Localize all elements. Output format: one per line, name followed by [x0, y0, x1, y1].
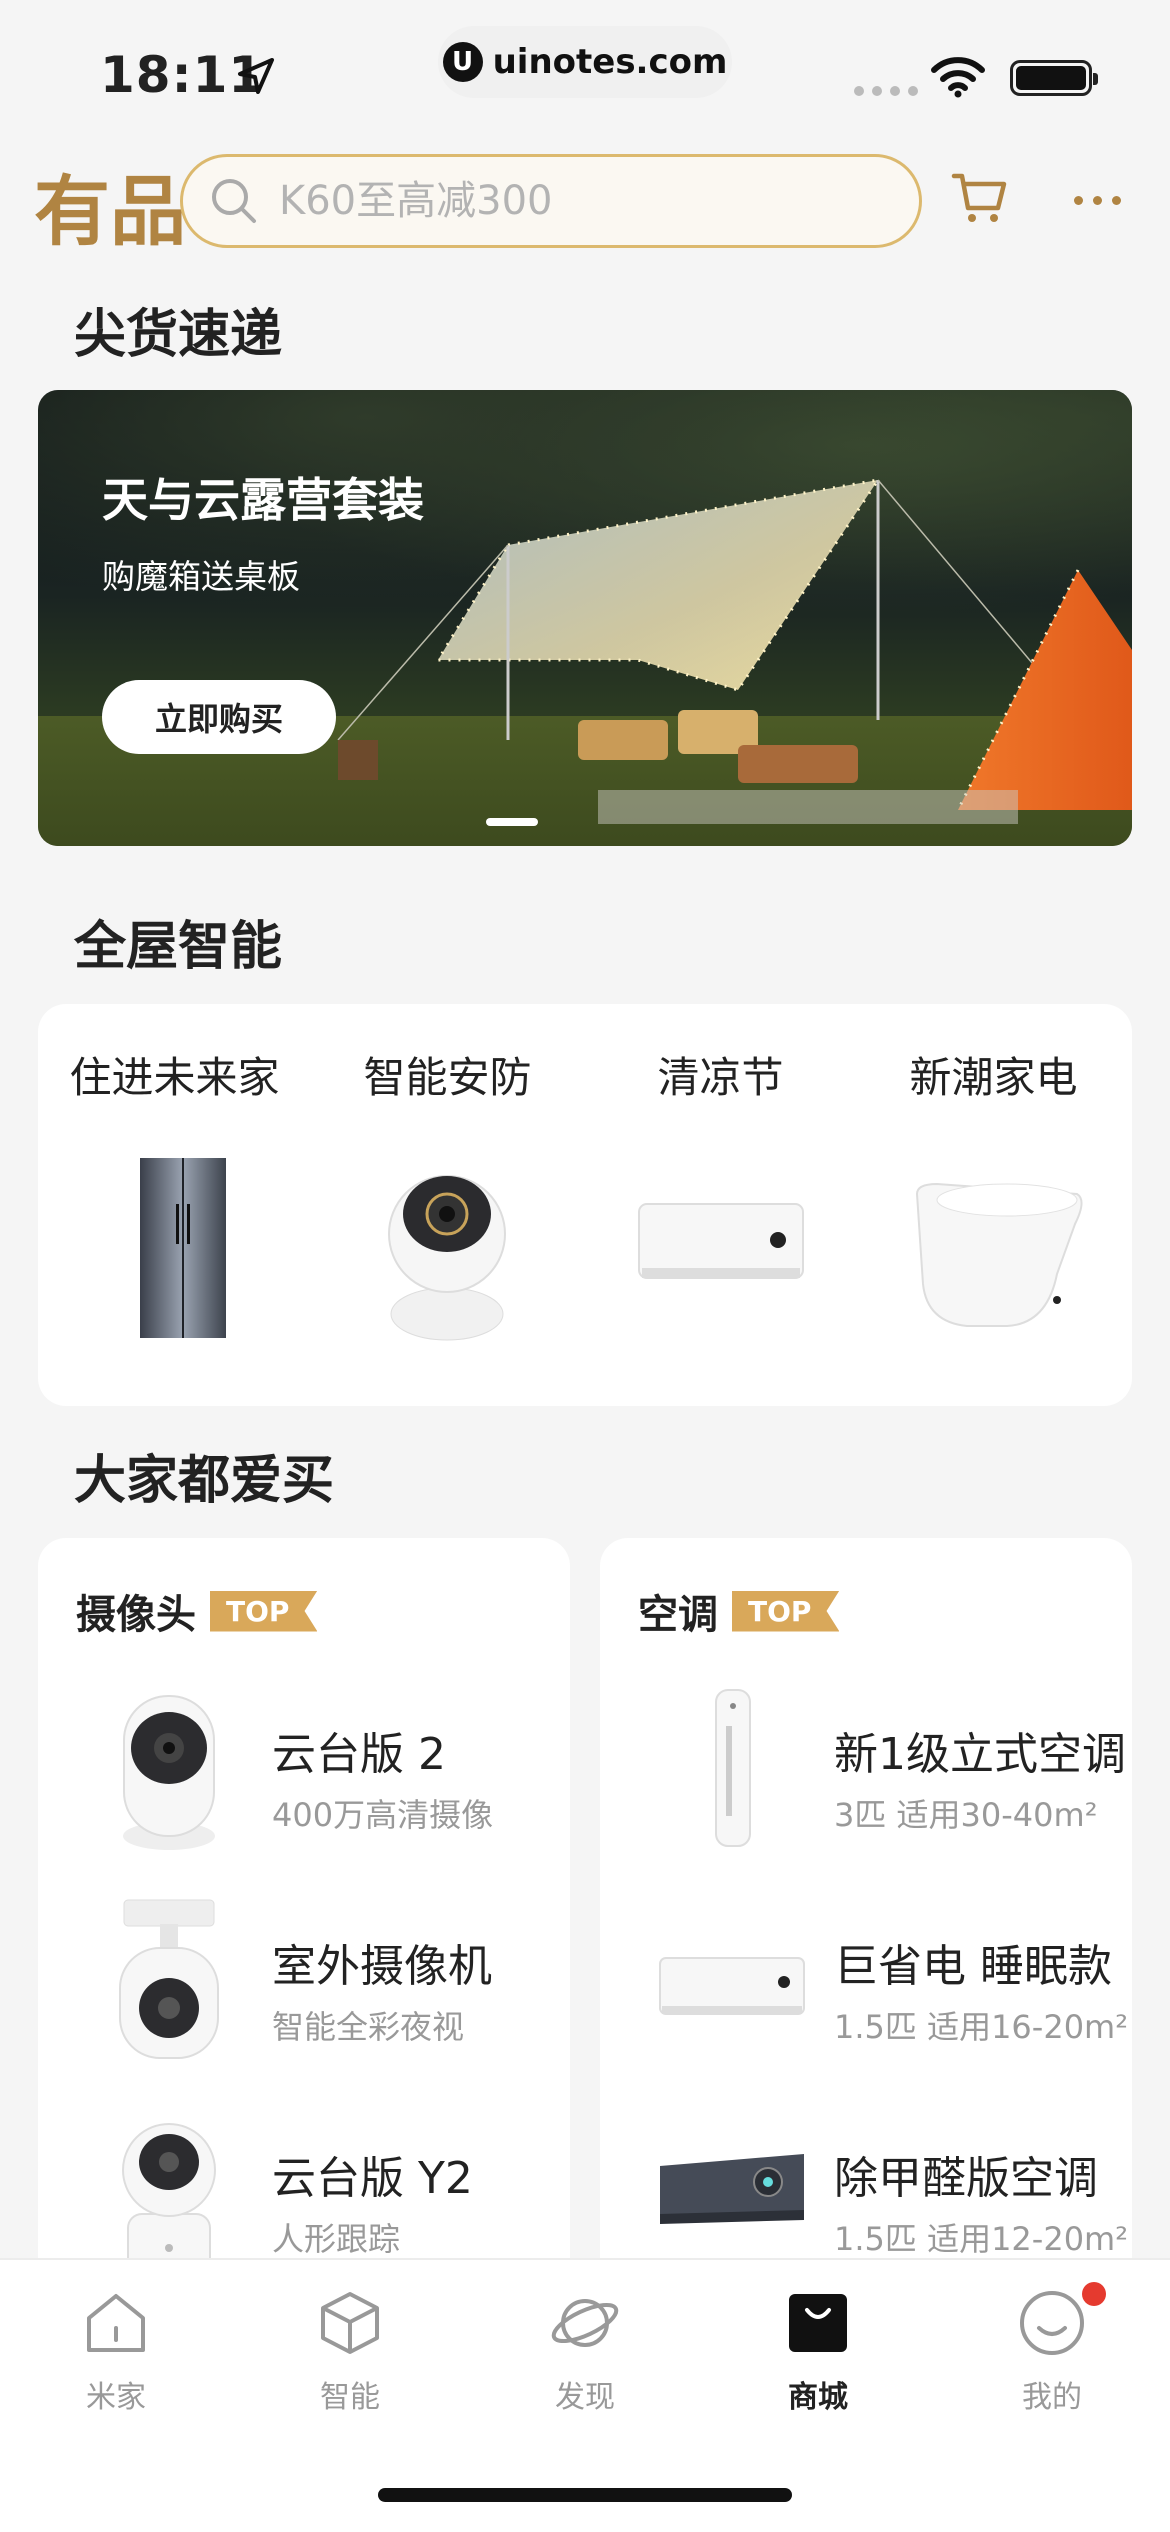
standing-ac-icon	[715, 1689, 751, 1847]
home-indicator[interactable]	[378, 2488, 792, 2502]
category-item-cooling[interactable]: 清凉节	[584, 1004, 857, 1406]
notification-dot	[1082, 2282, 1106, 2306]
ptz-camera-y2-icon	[122, 2123, 216, 2279]
cart-icon[interactable]	[950, 168, 1010, 228]
section-title-whole-house: 全屋智能	[74, 917, 283, 977]
product-desc: 1.5匹 适用16-20m²	[834, 2008, 1129, 2046]
ptz-camera-icon	[123, 1695, 215, 1850]
tab-smart[interactable]: 智能	[270, 2288, 430, 2428]
shopping-bag-icon	[789, 2294, 847, 2352]
tab-label: 发现	[555, 2380, 615, 2415]
popular-card-cameras: 摄像头 TOP 云台版 2 400万高清摄像 室外摄像机 智能全彩夜视 云台版 …	[38, 1538, 570, 2298]
more-icon[interactable]	[1074, 196, 1121, 205]
outdoor-camera-icon	[119, 1899, 219, 2059]
popular-card-header[interactable]: 摄像头 TOP	[76, 1582, 318, 1640]
tab-label: 智能	[320, 2380, 380, 2415]
search-icon	[212, 179, 256, 223]
camping-scene-image	[337, 477, 1132, 824]
product-name: 除甲醛版空调	[834, 2153, 1098, 2204]
tab-profile[interactable]: 我的	[972, 2282, 1132, 2428]
search-input[interactable]	[279, 178, 839, 224]
popular-category: 摄像头	[76, 1592, 196, 1638]
security-camera-icon	[388, 1175, 506, 1341]
buy-now-button[interactable]: 立即购买	[102, 680, 336, 754]
tab-mall[interactable]: 商城	[738, 2288, 898, 2428]
whole-house-card: 住进未来家 智能安防 清凉节 新潮家电	[38, 1004, 1132, 1406]
carousel-indicator	[486, 818, 538, 826]
product-desc: 智能全彩夜视	[272, 2008, 465, 2046]
tab-mijia[interactable]: 米家	[36, 2288, 196, 2428]
category-label: 智能安防	[363, 1053, 532, 1102]
url-pill[interactable]: U uinotes.com	[438, 26, 732, 98]
battery-icon	[1010, 60, 1098, 96]
section-title-express: 尖货速递	[74, 305, 283, 365]
product-name: 巨省电 睡眠款	[834, 1941, 1112, 1992]
top-badge: TOP	[210, 1590, 318, 1632]
home-icon	[87, 2294, 145, 2352]
product-desc: 1.5匹 适用12-20m²	[834, 2220, 1129, 2258]
category-label: 清凉节	[657, 1053, 784, 1102]
wall-ac-icon	[659, 1957, 805, 2015]
wifi-icon	[931, 57, 985, 98]
banner-title: 天与云露营套装	[102, 473, 424, 527]
list-item[interactable]: 新1级立式空调 3匹 适用30-40m²	[600, 1686, 1132, 1886]
promo-banner[interactable]: 天与云露营套装 购魔箱送桌板 立即购买	[38, 390, 1132, 846]
category-item-security[interactable]: 智能安防	[311, 1004, 584, 1406]
smile-icon	[1020, 2291, 1084, 2355]
list-item[interactable]: 巨省电 睡眠款 1.5匹 适用16-20m²	[600, 1898, 1132, 2098]
status-bar: 18:11 U uinotes.com	[0, 0, 1170, 140]
cellular-signal-icon	[854, 86, 918, 96]
app-logo: 有品	[34, 167, 186, 256]
tab-discover[interactable]: 发现	[505, 2288, 665, 2428]
category-item-appliances[interactable]: 新潮家电	[857, 1004, 1130, 1406]
category-item-future-home[interactable]: 住进未来家	[38, 1004, 311, 1406]
site-logo-icon: U	[442, 42, 483, 82]
tab-label: 我的	[1022, 2380, 1082, 2415]
search-bar[interactable]	[180, 154, 922, 248]
smart-toilet-icon	[915, 1182, 1083, 1327]
tab-label: 米家	[86, 2380, 146, 2415]
product-name: 新1级立式空调	[834, 1729, 1126, 1780]
banner-subtitle: 购魔箱送桌板	[102, 557, 300, 596]
popular-card-ac: 空调 TOP 新1级立式空调 3匹 适用30-40m² 巨省电 睡眠款 1.5匹…	[600, 1538, 1132, 2298]
url-text: uinotes.com	[492, 42, 728, 82]
cube-icon	[321, 2292, 379, 2354]
planet-icon	[551, 2299, 619, 2347]
air-conditioner-icon	[638, 1203, 804, 1279]
popular-category: 空调	[638, 1592, 718, 1638]
product-name: 云台版 Y2	[272, 2153, 473, 2204]
location-arrow-icon	[238, 58, 274, 94]
top-badge: TOP	[732, 1590, 840, 1632]
category-label: 住进未来家	[69, 1053, 280, 1102]
refrigerator-icon	[140, 1158, 226, 1338]
product-name: 云台版 2	[272, 1729, 446, 1780]
product-name: 室外摄像机	[272, 1941, 492, 1992]
wall-ac-dark-icon	[660, 2154, 804, 2224]
product-desc: 3匹 适用30-40m²	[834, 1796, 1098, 1834]
list-item[interactable]: 室外摄像机 智能全彩夜视	[38, 1898, 570, 2098]
popular-card-header[interactable]: 空调 TOP	[638, 1582, 840, 1640]
list-item[interactable]: 云台版 2 400万高清摄像	[38, 1686, 570, 1886]
product-desc: 人形跟踪	[272, 2220, 401, 2258]
product-desc: 400万高清摄像	[272, 1796, 494, 1834]
section-title-popular: 大家都爱买	[74, 1451, 335, 1511]
tab-label: 商城	[788, 2380, 848, 2415]
category-label: 新潮家电	[909, 1053, 1078, 1102]
